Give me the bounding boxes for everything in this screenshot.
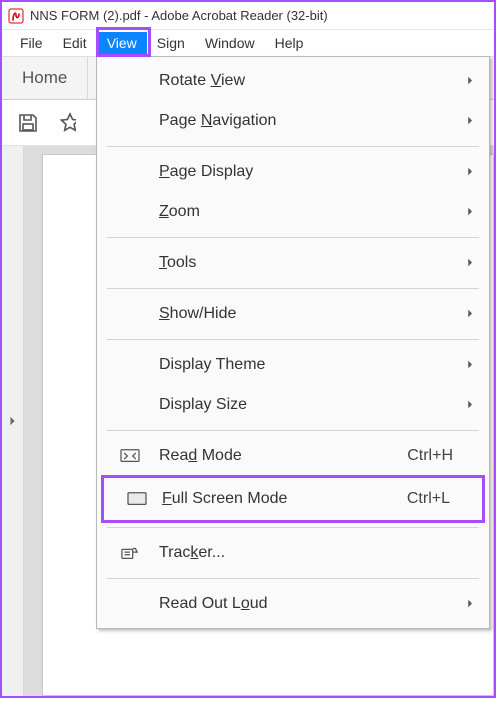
menu-separator bbox=[107, 527, 479, 528]
save-icon[interactable] bbox=[16, 111, 40, 135]
submenu-arrow-icon bbox=[466, 305, 475, 323]
menu-item-label: Tracker... bbox=[159, 544, 225, 561]
menu-item-label: Rotate View bbox=[159, 72, 245, 89]
menu-help[interactable]: Help bbox=[265, 32, 314, 54]
titlebar: NNS FORM (2).pdf - Adobe Acrobat Reader … bbox=[2, 2, 494, 30]
menu-item-label: Display Size bbox=[159, 396, 453, 414]
menu-separator bbox=[107, 288, 479, 289]
menu-item-rotate-view[interactable]: Rotate View bbox=[97, 61, 489, 101]
read-mode-icon bbox=[119, 447, 141, 465]
menu-item-full-screen-mode[interactable]: Full Screen Mode Ctrl+L bbox=[101, 475, 485, 523]
menu-item-shortcut: Ctrl+L bbox=[407, 490, 450, 508]
menu-item-tools[interactable]: Tools bbox=[97, 243, 489, 283]
menu-item-label: Page Navigation bbox=[159, 112, 276, 129]
menu-item-display-theme[interactable]: Display Theme bbox=[97, 345, 489, 385]
view-menu-dropdown: Rotate View Page Navigation Page Display… bbox=[96, 56, 490, 629]
menu-item-tracker[interactable]: Tracker... bbox=[97, 533, 489, 573]
tab-home-label: Home bbox=[22, 68, 67, 88]
menu-view[interactable]: View bbox=[97, 32, 147, 54]
adobe-reader-window: NNS FORM (2).pdf - Adobe Acrobat Reader … bbox=[0, 0, 496, 698]
menu-item-label: Read Mode bbox=[159, 447, 242, 464]
menu-item-page-display[interactable]: Page Display bbox=[97, 152, 489, 192]
menu-edit[interactable]: Edit bbox=[53, 32, 97, 54]
menu-separator bbox=[107, 237, 479, 238]
menu-item-label: Zoom bbox=[159, 203, 200, 220]
window-title: NNS FORM (2).pdf - Adobe Acrobat Reader … bbox=[30, 8, 328, 23]
menu-item-page-navigation[interactable]: Page Navigation bbox=[97, 101, 489, 141]
menu-item-label: Read Out Loud bbox=[159, 595, 268, 612]
full-screen-icon bbox=[126, 490, 148, 508]
tab-home[interactable]: Home bbox=[2, 57, 88, 99]
side-panel-toggle[interactable] bbox=[2, 146, 24, 696]
menu-file[interactable]: File bbox=[10, 32, 53, 54]
menu-separator bbox=[107, 146, 479, 147]
tracker-icon bbox=[119, 544, 141, 562]
menu-separator bbox=[107, 430, 479, 431]
menu-window[interactable]: Window bbox=[195, 32, 265, 54]
submenu-arrow-icon bbox=[466, 112, 475, 130]
submenu-arrow-icon bbox=[466, 163, 475, 181]
menu-item-label: Page Display bbox=[159, 163, 253, 180]
menu-item-label: Display Theme bbox=[159, 356, 453, 374]
menu-item-label: Show/Hide bbox=[159, 305, 236, 322]
acrobat-icon bbox=[8, 8, 24, 24]
submenu-arrow-icon bbox=[466, 396, 475, 414]
menu-item-read-out-loud[interactable]: Read Out Loud bbox=[97, 584, 489, 624]
menu-item-read-mode[interactable]: Read Mode Ctrl+H bbox=[97, 436, 489, 476]
menu-separator bbox=[107, 339, 479, 340]
submenu-arrow-icon bbox=[466, 595, 475, 613]
menu-separator bbox=[107, 578, 479, 579]
menu-item-label: Tools bbox=[159, 254, 196, 271]
menu-item-label: Full Screen Mode bbox=[162, 490, 287, 507]
submenu-arrow-icon bbox=[466, 356, 475, 374]
menu-item-display-size[interactable]: Display Size bbox=[97, 385, 489, 425]
menu-item-show-hide[interactable]: Show/Hide bbox=[97, 294, 489, 334]
submenu-arrow-icon bbox=[466, 72, 475, 90]
star-icon[interactable] bbox=[58, 111, 76, 135]
menu-item-zoom[interactable]: Zoom bbox=[97, 192, 489, 232]
submenu-arrow-icon bbox=[466, 203, 475, 221]
submenu-arrow-icon bbox=[466, 254, 475, 272]
menu-sign[interactable]: Sign bbox=[147, 32, 195, 54]
menu-item-shortcut: Ctrl+H bbox=[407, 447, 453, 465]
menubar: File Edit View Sign Window Help bbox=[2, 30, 494, 56]
